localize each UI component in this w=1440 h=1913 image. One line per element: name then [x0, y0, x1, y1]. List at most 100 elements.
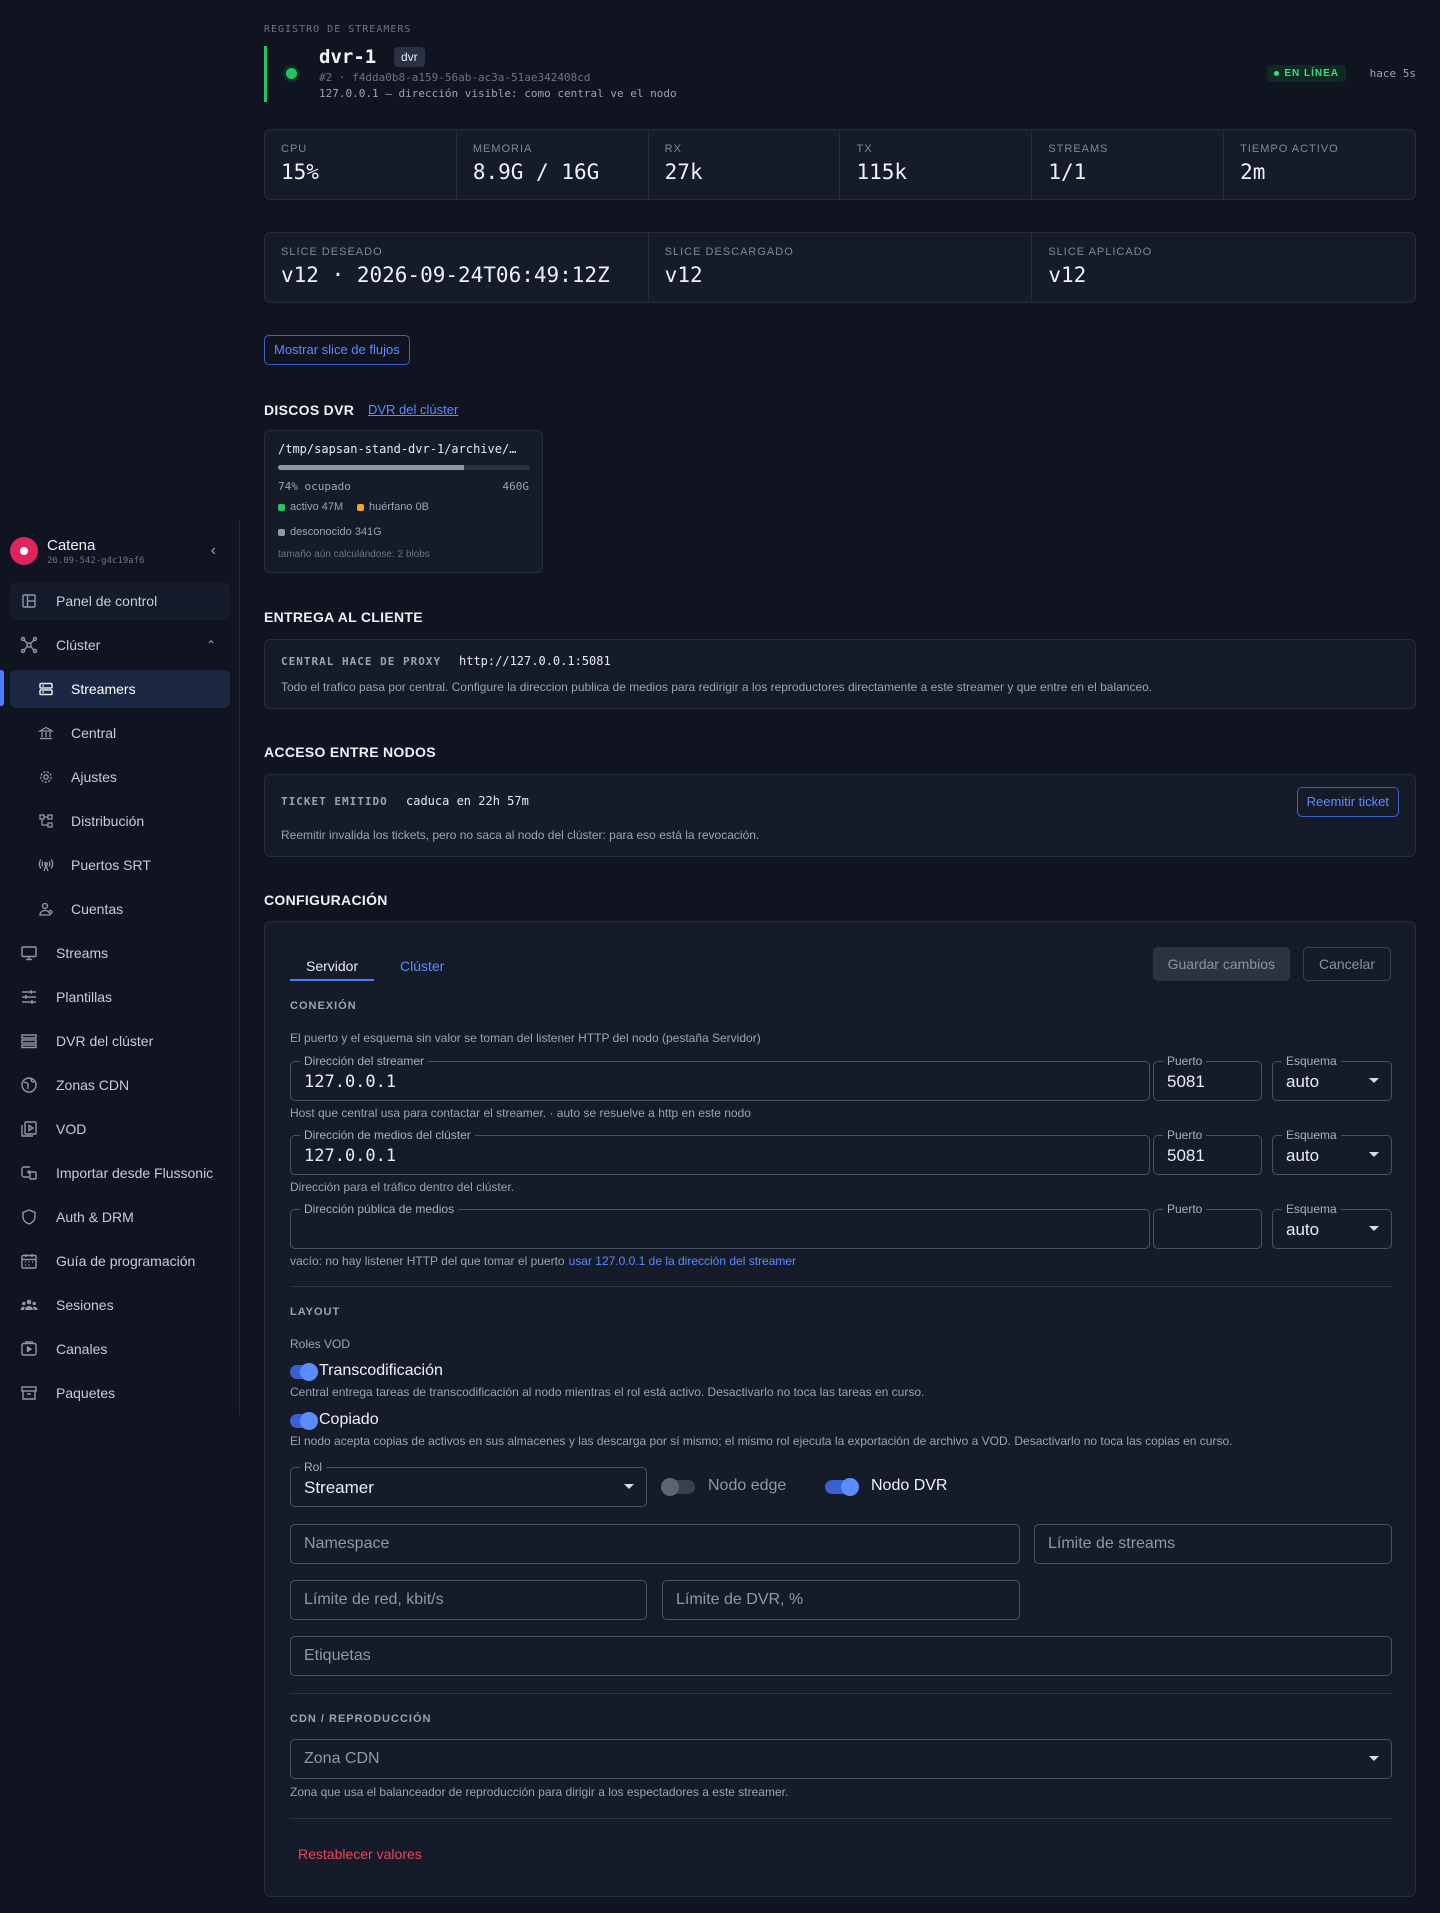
tab-cluster[interactable]: Clúster — [384, 951, 460, 981]
legend-unknown-text: desconocido 341G — [290, 526, 382, 538]
chevron-up-icon: ⌃ — [205, 638, 216, 652]
tags-field[interactable]: Etiquetas — [290, 1636, 1392, 1676]
access-card: TICKET EMITIDO caduca en 22h 57m Reemiti… — [264, 774, 1416, 857]
sidebar-item-label: Cuentas — [71, 901, 124, 917]
sidebar-item-label: Sesiones — [56, 1297, 114, 1313]
role-select[interactable]: Rol Streamer — [290, 1460, 647, 1507]
sidebar-item-streamers[interactable]: Streamers — [10, 670, 230, 708]
sidebar-item-cdn-zones[interactable]: Zonas CDN — [10, 1066, 230, 1104]
slice-downloaded: SLICE DESCARGADO v12 — [649, 233, 1033, 302]
field-label: Esquema — [1282, 1202, 1341, 1216]
copying-label: Copiado — [319, 1411, 379, 1428]
reissue-ticket-button[interactable]: Reemitir ticket — [1296, 787, 1399, 817]
divider — [290, 1818, 1392, 1819]
namespace-field[interactable]: Namespace — [290, 1524, 1020, 1564]
sidebar-item-packages[interactable]: Paquetes — [10, 1374, 230, 1412]
connection-help: El puerto y el esquema sin valor se toma… — [290, 1031, 761, 1045]
dvr-limit-field[interactable]: Límite de DVR, % — [662, 1580, 1020, 1620]
stat-uptime: TIEMPO ACTIVO 2m — [1224, 130, 1415, 199]
cluster-media-address-field[interactable]: Dirección de medios del clúster 127.0.0.… — [290, 1128, 1150, 1175]
sidebar-item-accounts[interactable]: Cuentas — [10, 890, 230, 928]
sidebar-item-cluster-dvr[interactable]: DVR del clúster — [10, 1022, 230, 1060]
sidebar-item-label: Distribución — [71, 813, 145, 829]
field-label: Dirección de medios del clúster — [300, 1128, 475, 1142]
delivery-description: Todo el trafico pasa por central. Config… — [281, 680, 1153, 694]
disk-usage-fill — [278, 465, 465, 470]
streamer-port-field[interactable]: Puerto 5081 — [1153, 1054, 1262, 1101]
sidebar-item-program-guide[interactable]: Guía de programación — [10, 1242, 230, 1280]
import-icon — [20, 1164, 38, 1182]
field-value: auto — [1286, 1072, 1320, 1091]
cluster-scheme-select[interactable]: Esquema auto — [1272, 1128, 1392, 1175]
sidebar-item-label: Clúster — [56, 637, 101, 653]
sidebar-item-streams[interactable]: Streams — [10, 934, 230, 972]
copying-toggle[interactable] — [290, 1412, 318, 1430]
stat-value: 8.9G / 16G — [472, 160, 600, 184]
sidebar-item-central[interactable]: Central — [10, 714, 230, 752]
sidebar-item-label: Guía de programación — [56, 1253, 196, 1269]
sidebar-item-vod[interactable]: VOD — [10, 1110, 230, 1148]
users-icon — [20, 1296, 38, 1314]
sidebar-item-auth-drm[interactable]: Auth & DRM — [10, 1198, 230, 1236]
sidebar-item-templates[interactable]: Plantillas — [10, 978, 230, 1016]
sidebar-item-label: Paquetes — [56, 1385, 116, 1401]
edge-node-toggle[interactable] — [661, 1478, 695, 1496]
sidebar-item-label: Canales — [56, 1341, 108, 1357]
public-port-field[interactable]: Puerto — [1153, 1202, 1262, 1249]
cluster-icon — [20, 636, 38, 654]
transcoding-toggle[interactable] — [290, 1363, 318, 1381]
cdn-title: CDN / REPRODUCCIÓN — [290, 1713, 432, 1725]
reset-values-button[interactable]: Restablecer valores — [298, 1846, 422, 1862]
sidebar-item-sessions[interactable]: Sesiones — [10, 1286, 230, 1324]
streamer-scheme-select[interactable]: Esquema auto — [1272, 1054, 1392, 1101]
slice-value: v12 — [664, 263, 703, 287]
ticket-key: TICKET EMITIDO — [281, 795, 388, 808]
public-media-address-field[interactable]: Dirección pública de medios — [290, 1202, 1150, 1249]
field-label: Dirección del streamer — [300, 1054, 429, 1068]
dvr-node-toggle[interactable] — [825, 1478, 859, 1496]
distribution-icon — [37, 812, 55, 830]
breadcrumb: REGISTRO DE STREAMERS — [264, 24, 412, 35]
caret-down-icon — [1369, 1152, 1379, 1157]
collapse-sidebar-chevron-left-icon[interactable]: ‹ — [211, 542, 216, 560]
cancel-button[interactable]: Cancelar — [1302, 947, 1391, 981]
brand: Catena 26.09-542-g4c19af6 ‹ — [10, 528, 230, 574]
sidebar-item-label: DVR del clúster — [56, 1033, 154, 1049]
slice-applied: SLICE APLICADO v12 — [1032, 233, 1415, 302]
antenna-icon — [37, 856, 55, 874]
delivery-key: CENTRAL HACE DE PROXY — [281, 655, 442, 668]
edge-node-label: Nodo edge — [708, 1477, 787, 1494]
connection-title: CONEXIÓN — [290, 1000, 357, 1012]
sidebar-item-settings[interactable]: Ajustes — [10, 758, 230, 796]
sidebar-item-dashboard[interactable]: Panel de control — [10, 582, 230, 620]
cluster-dvr-link[interactable]: DVR del clúster — [368, 402, 458, 417]
sidebar-item-srt-ports[interactable]: Puertos SRT — [10, 846, 230, 884]
field-label: Puerto — [1163, 1128, 1207, 1142]
legend-orphan-text: huérfano 0B — [369, 501, 429, 513]
list-icon — [20, 1032, 38, 1050]
legend-active-text: activo 47M — [290, 501, 344, 513]
streamer-header: dvr-1 dvr #2 · f4dda0b8-a159-56ab-ac3a-5… — [264, 46, 1416, 102]
disk-capacity: 460G — [502, 480, 530, 493]
sidebar-item-distribution[interactable]: Distribución — [10, 802, 230, 840]
stream-limit-field[interactable]: Límite de streams — [1034, 1524, 1392, 1564]
sidebar-item-cluster[interactable]: Clúster ⌃ — [10, 626, 230, 664]
play-icon — [20, 1340, 38, 1358]
sidebar-item-import-flussonic[interactable]: Importar desde Flussonic — [10, 1154, 230, 1192]
public-scheme-select[interactable]: Esquema auto — [1272, 1202, 1392, 1249]
disk-usage-bar — [278, 465, 530, 470]
network-limit-field[interactable]: Límite de red, kbit/s — [290, 1580, 647, 1620]
cluster-port-field[interactable]: Puerto 5081 — [1153, 1128, 1262, 1175]
streamer-address-field[interactable]: Dirección del streamer 127.0.0.1 — [290, 1054, 1150, 1101]
stats-row: CPU 15% MEMORIA 8.9G / 16G RX 27k TX 115k ST… — [264, 129, 1416, 200]
cdn-zone-select[interactable]: Zona CDN — [290, 1739, 1392, 1779]
save-button[interactable]: Guardar cambios — [1152, 947, 1290, 981]
use-streamer-address-link[interactable]: usar 127.0.0.1 de la dirección del strea… — [569, 1254, 796, 1268]
sidebar-item-channels[interactable]: Canales — [10, 1330, 230, 1368]
brand-name: Catena — [47, 536, 96, 554]
tab-server[interactable]: Servidor — [290, 951, 375, 981]
cluster-address-help: Dirección para el tráfico dentro del clú… — [290, 1180, 515, 1194]
show-slice-button[interactable]: Mostrar slice de flujos — [264, 335, 410, 365]
sidebar-item-label: Ajustes — [71, 769, 117, 785]
caret-down-icon — [1369, 1226, 1379, 1231]
